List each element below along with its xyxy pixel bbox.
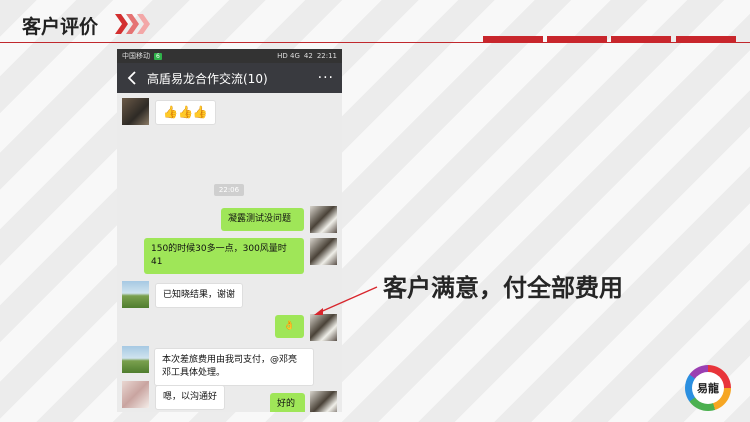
- status-bar: 中国移动 6 HD 4G 42 22:11: [117, 49, 342, 63]
- avatar[interactable]: [122, 98, 149, 125]
- avatar[interactable]: [310, 206, 337, 233]
- message-incoming: 嗯，以沟通好: [155, 385, 226, 410]
- header-bar: [611, 36, 671, 43]
- message-outgoing: 好的: [270, 393, 305, 412]
- message-incoming: 已知晓结果，谢谢: [155, 283, 244, 308]
- message-outgoing: 150的时候30多一点，300风量时41: [144, 238, 304, 274]
- chat-area: 👍👍👍 22:06 凝露测试没问题 150的时候30多一点，300风量时41 已…: [117, 93, 342, 412]
- avatar[interactable]: [310, 314, 337, 341]
- battery-level: 42: [303, 52, 313, 60]
- avatar[interactable]: [310, 391, 337, 412]
- avatar[interactable]: [122, 381, 149, 408]
- avatar[interactable]: [122, 346, 149, 373]
- signal-indicator: HD 4G: [277, 52, 300, 60]
- brand-logo: 易龍: [685, 365, 731, 411]
- logo-text: 易龍: [692, 372, 724, 404]
- chat-navbar: 高盾易龙合作交流(10) ···: [117, 63, 342, 93]
- carrier-label: 中国移动: [122, 52, 150, 60]
- message-incoming: 👍👍👍: [155, 100, 216, 125]
- message-incoming: 本次差旅费用由我司支付，@邓亮 邓工具体处理。: [154, 348, 314, 386]
- chat-title: 高盾易龙合作交流(10): [147, 71, 268, 86]
- message-outgoing: 👌: [275, 315, 304, 338]
- page-title: 客户评价: [22, 16, 99, 38]
- header-bar: [676, 36, 736, 43]
- back-arrow-icon[interactable]: [125, 71, 139, 85]
- avatar[interactable]: [122, 281, 149, 308]
- background-stripes: [0, 0, 750, 422]
- header-bar: [483, 36, 543, 43]
- message-outgoing: 凝露测试没问题: [221, 208, 304, 231]
- notification-badge: 6: [154, 52, 162, 60]
- status-time: 22:11: [316, 52, 337, 60]
- phone-screenshot: 中国移动 6 HD 4G 42 22:11 高盾易龙合作交流(10) ··· 👍…: [117, 49, 342, 412]
- chat-timestamp: 22:06: [214, 184, 244, 196]
- more-options-icon[interactable]: ···: [318, 70, 334, 86]
- avatar[interactable]: [310, 238, 337, 265]
- header-bar: [547, 36, 607, 43]
- callout-text: 客户满意，付全部费用: [383, 274, 623, 302]
- chevron-decoration-icon: [115, 14, 150, 34]
